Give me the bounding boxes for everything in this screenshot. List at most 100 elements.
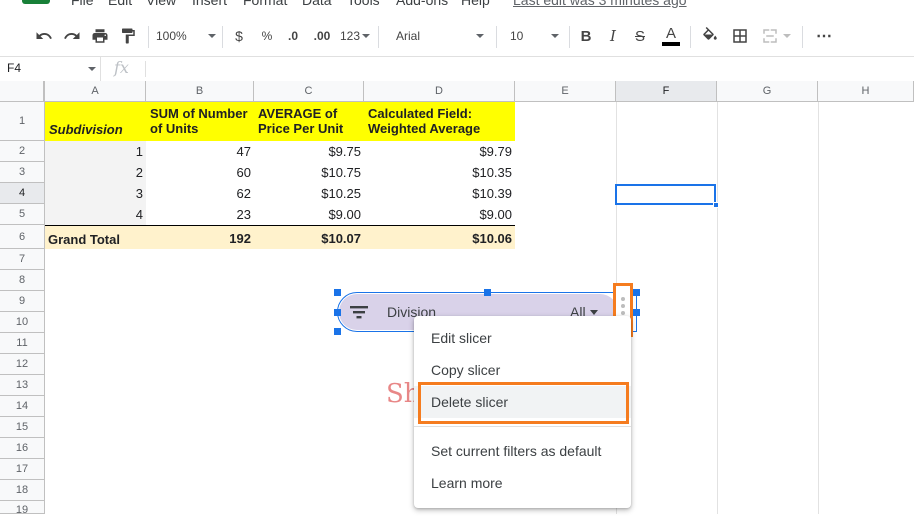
column-header-e[interactable]: E <box>515 81 616 102</box>
text-color-button[interactable]: A <box>660 20 682 52</box>
menu-insert[interactable]: Insert <box>192 0 227 8</box>
decrease-decimals-button[interactable]: .0 <box>282 20 304 52</box>
resize-handle[interactable] <box>633 309 640 316</box>
row-header-16[interactable]: 16 <box>0 438 45 459</box>
paint-format-button[interactable] <box>116 20 140 52</box>
row-header-1[interactable]: 1 <box>0 102 45 141</box>
column-header-g[interactable]: G <box>717 81 818 102</box>
menu-data[interactable]: Data <box>302 0 332 8</box>
zoom-select[interactable]: 100% <box>156 20 216 52</box>
row-header-12[interactable]: 12 <box>0 354 45 375</box>
column-header-a[interactable]: A <box>45 81 146 102</box>
chevron-down-icon <box>783 34 791 38</box>
pivot-cell[interactable]: $9.75 <box>254 141 364 162</box>
redo-button[interactable] <box>60 20 84 52</box>
pivot-cell[interactable]: 23 <box>146 204 254 225</box>
row-header-18[interactable]: 18 <box>0 480 45 501</box>
print-button[interactable] <box>88 20 112 52</box>
pivot-header-sum-units[interactable]: SUM of Number of Units <box>146 102 254 141</box>
select-all-corner[interactable] <box>0 81 45 102</box>
merge-cells-icon <box>763 29 777 43</box>
toolbar-divider <box>802 26 803 48</box>
menu-edit[interactable]: Edit <box>108 0 132 8</box>
pivot-cell[interactable]: $9.79 <box>364 141 515 162</box>
row-header-14[interactable]: 14 <box>0 396 45 417</box>
column-header-c[interactable]: C <box>254 81 364 102</box>
pivot-cell[interactable]: $9.00 <box>364 204 515 225</box>
more-formats-button[interactable]: 123 <box>339 20 371 52</box>
menu-item-edit-slicer[interactable]: Edit slicer <box>414 322 631 354</box>
resize-handle[interactable] <box>334 289 341 296</box>
currency-format-button[interactable]: $ <box>229 20 249 52</box>
merge-cells-button[interactable] <box>756 20 796 52</box>
row-header-17[interactable]: 17 <box>0 459 45 480</box>
pivot-cell[interactable]: 4 <box>45 204 146 225</box>
row-header-5[interactable]: 5 <box>0 204 45 225</box>
pivot-cell[interactable]: $10.35 <box>364 162 515 183</box>
grand-total-cell[interactable]: $10.06 <box>364 225 515 249</box>
pivot-cell[interactable]: 60 <box>146 162 254 183</box>
pivot-cell[interactable]: 47 <box>146 141 254 162</box>
column-header-f[interactable]: F <box>616 81 717 102</box>
menu-addons[interactable]: Add-ons <box>396 0 448 8</box>
formula-input[interactable] <box>150 57 910 81</box>
pivot-cell[interactable]: $10.75 <box>254 162 364 183</box>
row-header-6[interactable]: 6 <box>0 225 45 249</box>
more-toolbar-button[interactable]: ⋯ <box>812 20 836 52</box>
row-header-9[interactable]: 9 <box>0 291 45 312</box>
menu-format[interactable]: Format <box>243 0 287 8</box>
grand-total-label[interactable]: Grand Total <box>45 225 146 249</box>
last-edit-link[interactable]: Last edit was 3 minutes ago <box>513 0 687 8</box>
italic-icon: I <box>610 27 616 45</box>
bold-button[interactable]: B <box>576 20 596 52</box>
menu-item-learn-more[interactable]: Learn more <box>414 467 631 499</box>
strikethrough-button[interactable]: S <box>630 20 650 52</box>
pivot-cell[interactable]: $10.25 <box>254 183 364 204</box>
menu-help[interactable]: Help <box>461 0 490 8</box>
menu-item-set-default-filters[interactable]: Set current filters as default <box>414 435 631 467</box>
column-header-b[interactable]: B <box>146 81 254 102</box>
pivot-cell[interactable]: 1 <box>45 141 146 162</box>
resize-handle[interactable] <box>484 289 491 296</box>
pivot-cell[interactable]: 2 <box>45 162 146 183</box>
selected-cell-f4[interactable] <box>615 184 716 205</box>
row-header-4[interactable]: 4 <box>0 183 45 204</box>
resize-handle[interactable] <box>334 328 341 335</box>
pivot-cell[interactable]: 62 <box>146 183 254 204</box>
pivot-header-subdivision[interactable]: Subdivision <box>45 102 146 141</box>
row-header-7[interactable]: 7 <box>0 249 45 270</box>
undo-button[interactable] <box>32 20 56 52</box>
row-header-2[interactable]: 2 <box>0 141 45 162</box>
menu-file[interactable]: File <box>71 0 94 8</box>
italic-button[interactable]: I <box>603 20 623 52</box>
grand-total-cell[interactable]: $10.07 <box>254 225 364 249</box>
row-header-8[interactable]: 8 <box>0 270 45 291</box>
resize-handle[interactable] <box>633 289 640 296</box>
menu-tools[interactable]: Tools <box>347 0 380 8</box>
row-header-19[interactable]: 19 <box>0 501 45 516</box>
font-size-select[interactable]: 10 <box>503 20 563 52</box>
borders-button[interactable] <box>728 20 752 52</box>
pivot-header-weighted-avg[interactable]: Calculated Field: Weighted Average <box>364 102 515 141</box>
font-select[interactable]: Arial <box>388 20 488 52</box>
increase-decimals-button[interactable]: .00 <box>308 20 336 52</box>
percent-format-button[interactable]: % <box>257 20 277 52</box>
resize-handle[interactable] <box>334 309 341 316</box>
fill-handle[interactable] <box>713 202 719 208</box>
row-header-13[interactable]: 13 <box>0 375 45 396</box>
row-header-10[interactable]: 10 <box>0 312 45 333</box>
name-box[interactable]: F4 <box>0 57 101 81</box>
column-header-h[interactable]: H <box>818 81 914 102</box>
pivot-cell[interactable]: 3 <box>45 183 146 204</box>
pivot-cell[interactable]: $10.39 <box>364 183 515 204</box>
pivot-cell[interactable]: $9.00 <box>254 204 364 225</box>
column-header-d[interactable]: D <box>364 81 515 102</box>
grand-total-cell[interactable]: 192 <box>146 225 254 249</box>
fill-color-button[interactable] <box>698 20 722 52</box>
row-header-11[interactable]: 11 <box>0 333 45 354</box>
pivot-header-avg-price[interactable]: AVERAGE of Price Per Unit <box>254 102 364 141</box>
sheets-logo-icon[interactable] <box>22 0 50 4</box>
row-header-3[interactable]: 3 <box>0 162 45 183</box>
row-header-15[interactable]: 15 <box>0 417 45 438</box>
menu-view[interactable]: View <box>146 0 176 8</box>
